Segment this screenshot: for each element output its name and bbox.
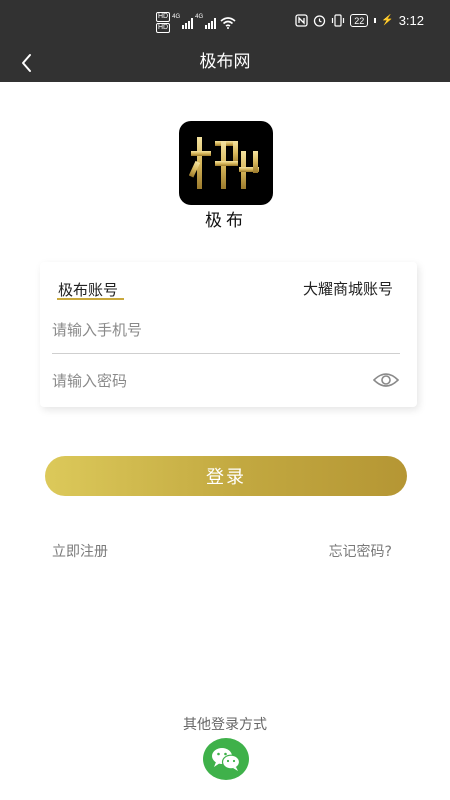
status-bar: HD HD 4G 4G 22 ⚡ 3:12 — [0, 0, 450, 44]
register-link[interactable]: 立即注册 — [52, 541, 108, 561]
forgot-password-link[interactable]: 忘记密码? — [329, 541, 392, 561]
password-input[interactable] — [52, 363, 362, 399]
app-logo — [179, 121, 273, 205]
login-card: 极布账号 大耀商城账号 — [40, 262, 417, 407]
vibrate-icon — [332, 14, 345, 27]
field-divider — [52, 353, 400, 354]
battery-level: 22 — [354, 15, 365, 26]
alarm-icon — [314, 15, 326, 27]
network-indicators: HD HD 4G 4G — [156, 12, 236, 33]
page-title: 极布网 — [199, 52, 251, 72]
charging-icon: ⚡ — [381, 15, 394, 26]
battery-tip — [374, 18, 377, 23]
tab-mall-account[interactable]: 大耀商城账号 — [303, 278, 393, 299]
hd-badge: HD — [156, 12, 171, 22]
active-tab-indicator — [57, 298, 124, 300]
clock-time: 3:12 — [398, 13, 424, 28]
other-login-label: 其他登录方式 — [183, 717, 267, 733]
system-indicators: 22 ⚡ 3:12 — [295, 13, 424, 28]
phone-input[interactable] — [52, 312, 400, 348]
logo-mark-icon — [189, 137, 259, 189]
signal-icon: 4G — [172, 13, 194, 29]
wechat-icon — [212, 748, 241, 771]
wechat-login-button[interactable] — [203, 738, 249, 780]
hd-badges: HD HD — [156, 12, 171, 33]
wifi-icon — [220, 16, 236, 29]
logo-text: 极布 — [205, 211, 247, 231]
tab-jibu-account[interactable]: 极布账号 — [58, 279, 118, 300]
signal-icon: 4G — [195, 13, 217, 29]
eye-icon[interactable] — [373, 370, 399, 390]
hd-badge: HD — [156, 23, 171, 33]
login-button[interactable]: 登录 — [45, 456, 407, 496]
nfc-icon — [295, 14, 308, 27]
network-gen-label: 4G — [172, 13, 181, 20]
network-gen-label: 4G — [195, 13, 204, 20]
battery-icon: 22 — [350, 14, 369, 27]
nav-bar: 极布网 — [0, 44, 450, 82]
